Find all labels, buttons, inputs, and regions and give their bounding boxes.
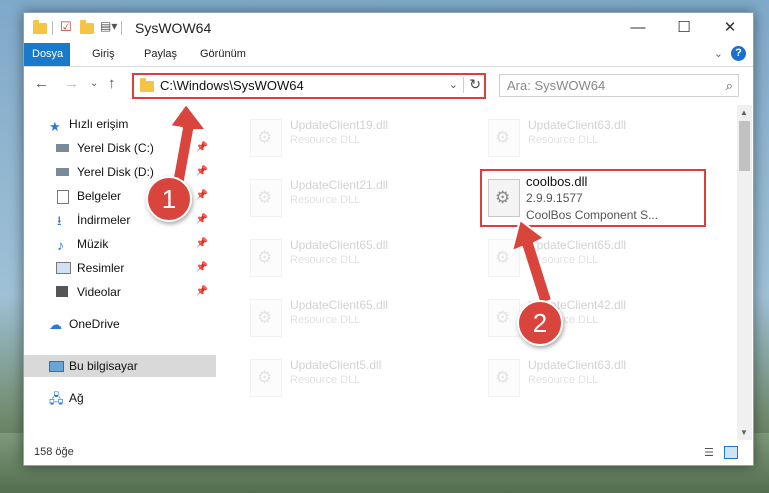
pin-icon[interactable]: 📌 [196, 137, 208, 159]
sidebar-item-this-pc[interactable]: Bu bilgisayar [24, 355, 216, 377]
cloud-icon: ☁ [49, 317, 62, 332]
vertical-scrollbar[interactable]: ▲ ▼ [737, 105, 752, 440]
downloads-icon: ⭳ [57, 213, 62, 228]
callout-badge-1: 1 [146, 176, 192, 222]
tab-dosya[interactable]: Dosya [24, 43, 70, 66]
pin-icon[interactable]: 📌 [196, 185, 208, 207]
dll-file-icon [488, 119, 520, 157]
dll-file-icon [488, 239, 520, 277]
drive-icon [56, 144, 69, 152]
details-view-icon[interactable]: ☰ [704, 446, 718, 459]
star-icon: ★ [49, 119, 61, 134]
item-count: 158 öğe [34, 446, 74, 458]
sidebar-item-onedrive[interactable]: ☁ OneDrive [24, 313, 216, 335]
status-bar: 158 öğe ☰ [24, 441, 753, 465]
pin-icon[interactable]: 📌 [196, 281, 208, 303]
maximize-button[interactable]: ☐ [661, 13, 707, 43]
back-arrow-icon[interactable]: ← [34, 75, 49, 92]
refresh-icon[interactable]: ↻ [469, 76, 481, 93]
search-icon[interactable]: ⌕ [726, 78, 733, 94]
dll-file-icon [488, 179, 520, 217]
folder-icon [140, 78, 154, 92]
dll-file-icon [488, 359, 520, 397]
divider [121, 21, 122, 35]
scrollbar-thumb[interactable] [739, 121, 750, 171]
pin-icon[interactable]: 📌 [196, 257, 208, 279]
properties-icon[interactable]: ☑ [60, 19, 72, 37]
help-icon[interactable]: ? [731, 46, 746, 61]
scroll-up-icon[interactable]: ▲ [740, 108, 748, 117]
list-item[interactable]: UpdateClient63.dll Resource DLL [484, 115, 704, 163]
forward-arrow-icon[interactable]: → [64, 75, 79, 92]
search-input[interactable]: Ara: SysWOW64 [507, 78, 605, 93]
dll-file-icon [250, 119, 282, 157]
file-list: UpdateClient19.dll Resource DLL UpdateCl… [218, 105, 737, 440]
file-explorer-window: ☑ ▤▾ SysWOW64 — ☐ ✕ Dosya Giriş Paylaş G… [23, 12, 754, 466]
up-arrow-icon[interactable]: ↑ [108, 75, 116, 92]
callout-badge-2: 2 [517, 300, 563, 346]
sidebar-item-pictures[interactable]: Resimler 📌 [24, 257, 216, 279]
navigation-bar: ← → ⌄ ↑ C:\Windows\SysWOW64 ⌄ ↻ Ara: Sys… [24, 67, 753, 103]
list-item[interactable]: UpdateClient21.dll Resource DLL [246, 175, 466, 223]
address-path: C:\Windows\SysWOW64 [160, 78, 304, 93]
network-icon: 🖧 [49, 391, 64, 406]
dll-file-icon [250, 239, 282, 277]
title-bar: ☑ ▤▾ SysWOW64 — ☐ ✕ [24, 13, 753, 43]
coolbos-dll-file[interactable]: coolbos.dll 2.9.9.1577 CoolBos Component… [480, 169, 706, 227]
dll-file-icon [250, 299, 282, 337]
folder-icon [33, 19, 47, 37]
list-item[interactable]: UpdateClient63.dll Resource DLL [484, 355, 704, 403]
new-folder-icon[interactable] [80, 19, 94, 37]
minimize-button[interactable]: — [615, 13, 661, 43]
tab-paylas[interactable]: Paylaş [136, 43, 185, 66]
navigation-pane: ★ Hızlı erişim Yerel Disk (C:) 📌 Yerel D… [24, 105, 216, 440]
list-item[interactable]: UpdateClient65.dll Resource DLL [246, 295, 466, 343]
sidebar-item-disk-c[interactable]: Yerel Disk (C:) 📌 [24, 137, 216, 159]
customize-toolbar-icon[interactable]: ▤▾ [100, 19, 117, 37]
music-icon: ♪ [57, 237, 64, 253]
large-icons-view-icon[interactable] [724, 446, 738, 459]
address-bar[interactable]: C:\Windows\SysWOW64 ⌄ ↻ [132, 73, 486, 99]
tab-giris[interactable]: Giriş [84, 43, 123, 66]
sidebar-item-network[interactable]: 🖧 Ağ [24, 387, 216, 409]
list-item[interactable]: UpdateClient65.dll Resource DLL [484, 235, 704, 283]
video-icon [56, 286, 68, 297]
sidebar-item-videos[interactable]: Videolar 📌 [24, 281, 216, 303]
pin-icon[interactable]: 📌 [196, 209, 208, 231]
list-item[interactable]: UpdateClient65.dll Resource DLL [246, 235, 466, 283]
list-item[interactable]: UpdateClient19.dll Resource DLL [246, 115, 466, 163]
computer-icon [49, 361, 64, 372]
drive-icon [56, 168, 69, 176]
file-name: coolbos.dll [526, 174, 588, 189]
file-description: CoolBos Component S... [526, 208, 659, 222]
sidebar-item-disk-d[interactable]: Yerel Disk (D:) 📌 [24, 161, 216, 183]
sidebar-item-music[interactable]: ♪ Müzik 📌 [24, 233, 216, 255]
dll-file-icon [250, 359, 282, 397]
search-box[interactable]: Ara: SysWOW64 ⌕ [499, 74, 739, 97]
documents-icon [57, 190, 69, 204]
pictures-icon [56, 262, 71, 274]
pin-icon[interactable]: 📌 [196, 161, 208, 183]
divider [52, 21, 53, 35]
sidebar-item-quick-access[interactable]: ★ Hızlı erişim [24, 113, 216, 135]
expand-ribbon-icon[interactable]: ⌄ [714, 47, 723, 60]
dll-file-icon [250, 179, 282, 217]
close-button[interactable]: ✕ [707, 13, 753, 43]
tab-gorunum[interactable]: Görünüm [192, 43, 254, 66]
list-item[interactable]: UpdateClient5.dll Resource DLL [246, 355, 466, 403]
scroll-down-icon[interactable]: ▼ [740, 428, 748, 437]
ribbon-tabs: Dosya Giriş Paylaş Görünüm ⌄ ? [24, 43, 753, 67]
pin-icon[interactable]: 📌 [196, 233, 208, 255]
chevron-down-icon[interactable]: ⌄ [449, 78, 458, 91]
recent-locations-icon[interactable]: ⌄ [90, 78, 98, 89]
window-title: SysWOW64 [135, 20, 212, 36]
dll-file-icon [488, 299, 520, 337]
file-version: 2.9.9.1577 [526, 191, 583, 205]
divider [463, 77, 464, 93]
